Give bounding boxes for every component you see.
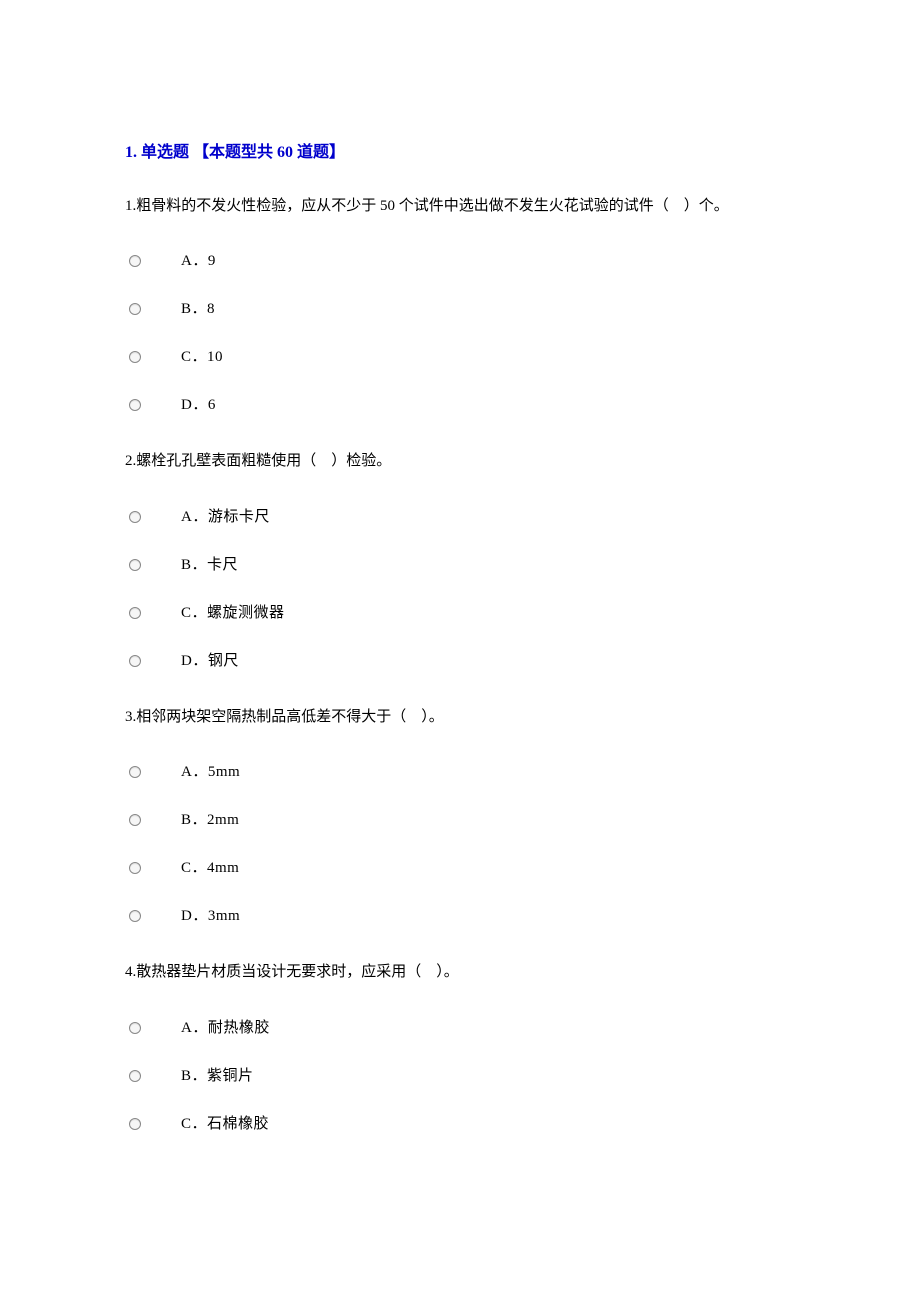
- option-label: C．10: [181, 345, 223, 369]
- option-label: D．3mm: [181, 904, 240, 928]
- option-label: B．2mm: [181, 808, 239, 832]
- option-label: D．6: [181, 393, 216, 417]
- option-row: B．2mm: [125, 808, 795, 832]
- question-text: 1.粗骨料的不发火性检验，应从不少于 50 个试件中选出做不发生火花试验的试件（…: [125, 194, 795, 220]
- radio-icon[interactable]: [129, 1070, 141, 1082]
- radio-icon[interactable]: [129, 559, 141, 571]
- option-list: A．游标卡尺 B．卡尺 C．螺旋测微器 D．钢尺: [125, 505, 795, 673]
- option-label: B．卡尺: [181, 553, 238, 577]
- option-label: A．9: [181, 249, 216, 273]
- option-label: A．游标卡尺: [181, 505, 270, 529]
- question-block: 1.粗骨料的不发火性检验，应从不少于 50 个试件中选出做不发生火花试验的试件（…: [125, 194, 795, 418]
- radio-icon[interactable]: [129, 910, 141, 922]
- question-block: 3.相邻两块架空隔热制品高低差不得大于（ ）。 A．5mm B．2mm C．4m…: [125, 705, 795, 929]
- option-list: A．耐热橡胶 B．紫铜片 C．石棉橡胶: [125, 1016, 795, 1136]
- option-list: A．5mm B．2mm C．4mm D．3mm: [125, 760, 795, 928]
- option-row: B．卡尺: [125, 553, 795, 577]
- radio-icon[interactable]: [129, 655, 141, 667]
- section-header: 1. 单选题 【本题型共 60 道题】: [125, 140, 795, 166]
- radio-icon[interactable]: [129, 303, 141, 315]
- option-label: A．耐热橡胶: [181, 1016, 270, 1040]
- option-label: C．螺旋测微器: [181, 601, 285, 625]
- option-row: B．紫铜片: [125, 1064, 795, 1088]
- radio-icon[interactable]: [129, 1118, 141, 1130]
- radio-icon[interactable]: [129, 766, 141, 778]
- option-row: A．耐热橡胶: [125, 1016, 795, 1040]
- option-row: D．钢尺: [125, 649, 795, 673]
- option-label: B．8: [181, 297, 215, 321]
- option-row: B．8: [125, 297, 795, 321]
- question-text: 2.螺栓孔孔壁表面粗糙使用（ ）检验。: [125, 449, 795, 475]
- option-row: D．3mm: [125, 904, 795, 928]
- question-text: 3.相邻两块架空隔热制品高低差不得大于（ ）。: [125, 705, 795, 731]
- radio-icon[interactable]: [129, 351, 141, 363]
- radio-icon[interactable]: [129, 255, 141, 267]
- option-row: C．4mm: [125, 856, 795, 880]
- radio-icon[interactable]: [129, 862, 141, 874]
- radio-icon[interactable]: [129, 814, 141, 826]
- option-row: A．游标卡尺: [125, 505, 795, 529]
- option-label: C．4mm: [181, 856, 239, 880]
- option-row: C．螺旋测微器: [125, 601, 795, 625]
- option-row: C．石棉橡胶: [125, 1112, 795, 1136]
- option-row: C．10: [125, 345, 795, 369]
- option-label: B．紫铜片: [181, 1064, 254, 1088]
- option-row: A．5mm: [125, 760, 795, 784]
- option-label: A．5mm: [181, 760, 240, 784]
- option-label: C．石棉橡胶: [181, 1112, 269, 1136]
- option-row: D．6: [125, 393, 795, 417]
- option-label: D．钢尺: [181, 649, 239, 673]
- question-text: 4.散热器垫片材质当设计无要求时，应采用（ ）。: [125, 960, 795, 986]
- question-block: 4.散热器垫片材质当设计无要求时，应采用（ ）。 A．耐热橡胶 B．紫铜片 C．…: [125, 960, 795, 1136]
- option-row: A．9: [125, 249, 795, 273]
- option-list: A．9 B．8 C．10 D．6: [125, 249, 795, 417]
- radio-icon[interactable]: [129, 1022, 141, 1034]
- radio-icon[interactable]: [129, 511, 141, 523]
- radio-icon[interactable]: [129, 399, 141, 411]
- radio-icon[interactable]: [129, 607, 141, 619]
- question-block: 2.螺栓孔孔壁表面粗糙使用（ ）检验。 A．游标卡尺 B．卡尺 C．螺旋测微器 …: [125, 449, 795, 673]
